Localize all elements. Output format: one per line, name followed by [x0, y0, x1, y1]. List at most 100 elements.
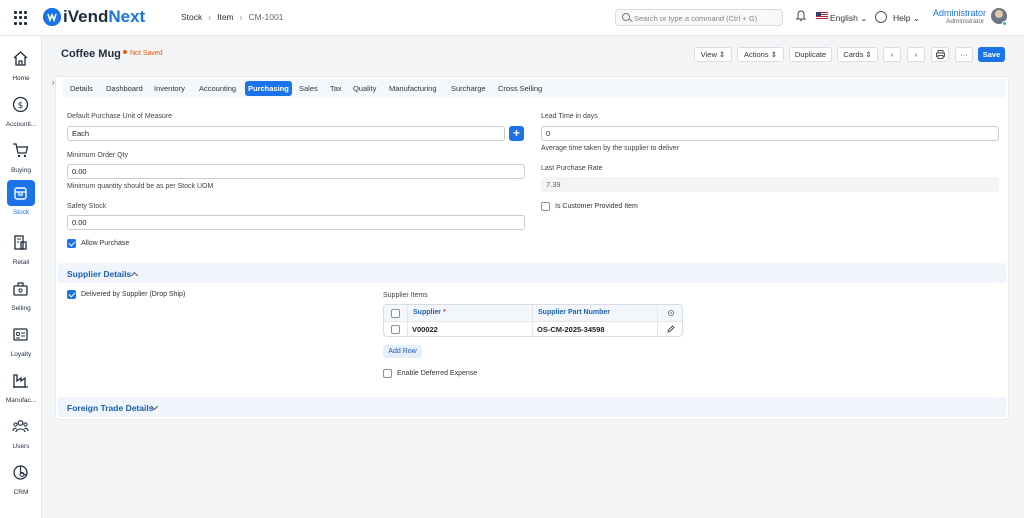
deferred-expense-label: Enable Deferred Expense [397, 370, 478, 377]
plus-icon: + [512, 126, 520, 140]
table-cell-supplier[interactable]: V00022 [412, 322, 438, 336]
tab-inventory[interactable]: Inventory [151, 81, 188, 96]
us-flag-icon [816, 12, 828, 20]
foreign-trade-header[interactable] [58, 397, 1006, 417]
tab-details[interactable]: Details [67, 81, 96, 96]
sidebar-item-crm[interactable]: CRM [0, 460, 42, 502]
page-title: Coffee Mug [61, 48, 121, 60]
column-supplier-part-number[interactable]: Supplier Part Number [538, 305, 658, 321]
help-menu[interactable]: Help ⌄ [893, 13, 920, 24]
sidebar-item-selling[interactable]: Selling [0, 276, 42, 318]
select-all-checkbox[interactable] [391, 309, 400, 318]
tab-dashboard[interactable]: Dashboard [103, 81, 146, 96]
duplicate-button[interactable]: Duplicate [789, 47, 832, 62]
chevron-left-icon: ‹ [890, 50, 894, 59]
updown-icon: ⇕ [865, 50, 872, 59]
table-cell-part-number[interactable]: OS-CM-2025-34598 [537, 322, 605, 336]
sidebar-item-loyalty[interactable]: Loyalty [0, 322, 42, 364]
tab-quality[interactable]: Quality [350, 81, 379, 96]
add-row-button[interactable]: Add Row [383, 345, 422, 358]
chevron-right-icon: › [208, 12, 212, 22]
user-name[interactable]: Administrator [933, 8, 986, 18]
chevron-right-icon[interactable]: › [52, 78, 60, 87]
help-icon[interactable] [875, 11, 887, 23]
apps-grid-icon[interactable] [14, 11, 28, 25]
tab-cross-selling[interactable]: Cross Selling [495, 81, 545, 96]
sidebar-item-buying[interactable]: Buying [0, 138, 42, 180]
tab-sales[interactable]: Sales [296, 81, 321, 96]
drop-ship-label: Delivered by Supplier (Drop Ship) [81, 291, 186, 298]
drop-ship-checkbox[interactable] [67, 290, 76, 299]
more-button[interactable]: ··· [955, 47, 973, 62]
column-supplier[interactable]: Supplier * [413, 305, 533, 321]
customer-provided-label: Is Customer Provided Item [555, 203, 638, 210]
cart-icon [13, 143, 29, 158]
safety-stock-field[interactable]: 0.00 [67, 215, 525, 230]
supplier-details-title[interactable]: Supplier Details [67, 269, 131, 279]
home-icon [13, 51, 28, 66]
edit-pencil-icon[interactable] [667, 325, 675, 333]
breadcrumb: Stock › Item › CM-1001 [181, 12, 283, 22]
lead-time-label: Lead Time in days [541, 113, 598, 120]
status-badge: Not Saved [123, 50, 163, 57]
selling-icon [13, 282, 28, 296]
sidebar-item-stock[interactable]: Stock [0, 180, 42, 222]
previous-button[interactable]: ‹ [883, 47, 901, 62]
sidebar-item-users[interactable]: Users [0, 414, 42, 456]
save-button[interactable]: Save [978, 47, 1005, 62]
view-button[interactable]: View ⇕ [694, 47, 732, 62]
crm-icon [13, 465, 28, 480]
box-icon [14, 187, 27, 200]
add-uom-button[interactable]: + [509, 126, 524, 141]
sidebar-item-retail[interactable]: Retail [0, 230, 42, 272]
divider [407, 305, 408, 336]
online-status-dot [1002, 21, 1007, 26]
dollar-icon: $ [12, 96, 29, 113]
top-bar: iVendNext Stock › Item › CM-1001 Search or t… [0, 0, 1024, 36]
breadcrumb-stock[interactable]: Stock [181, 12, 202, 22]
last-purchase-rate-label: Last Purchase Rate [541, 165, 603, 172]
tab-manufacturing[interactable]: Manufacturing [386, 81, 440, 96]
deferred-expense-checkbox[interactable] [383, 369, 392, 378]
min-order-qty-help: Minimum quantity should be as per Stock … [67, 183, 214, 190]
tab-purchasing[interactable]: Purchasing [245, 81, 292, 96]
cards-button[interactable]: Cards ⇕ [837, 47, 878, 62]
language-selector[interactable]: English ⌄ [830, 13, 867, 24]
next-button[interactable]: › [907, 47, 925, 62]
tab-surcharge[interactable]: Surcharge [448, 81, 489, 96]
logo-mark-icon [43, 8, 61, 26]
allow-purchase-label: Allow Purchase [81, 240, 130, 247]
id-card-icon [13, 328, 28, 341]
factory-icon [13, 374, 28, 388]
chevron-down-icon: ⌄ [912, 13, 920, 23]
tab-tax[interactable]: Tax [327, 81, 345, 96]
sidebar-item-accounting[interactable]: $ Accounti... [0, 92, 42, 134]
foreign-trade-title[interactable]: Foreign Trade Details [67, 403, 153, 413]
bell-icon[interactable] [796, 10, 806, 22]
default-uom-field[interactable]: Each [67, 126, 505, 141]
svg-text:$: $ [18, 101, 24, 111]
user-role: Administrator [946, 18, 985, 25]
app-logo[interactable]: iVendNext [63, 7, 145, 27]
supplier-details-header[interactable] [58, 263, 1006, 283]
lead-time-field[interactable]: 0 [541, 126, 999, 141]
safety-stock-label: Safety Stock [67, 203, 107, 210]
tab-accounting[interactable]: Accounting [196, 81, 239, 96]
sidebar-item-manufacturing[interactable]: Manufac... [0, 368, 42, 410]
min-order-qty-label: Minimum Order Qty [67, 152, 129, 159]
min-order-qty-field[interactable]: 0.00 [67, 164, 525, 179]
last-purchase-rate-field: 7.39 [541, 177, 999, 192]
sidebar: Home $ Accounti... Buying Stock Retail S… [0, 36, 42, 518]
allow-purchase-checkbox[interactable] [67, 239, 76, 248]
customer-provided-checkbox[interactable] [541, 202, 550, 211]
updown-icon: ⇕ [770, 50, 777, 59]
users-icon [12, 420, 29, 433]
search-input[interactable]: Search or type a command (Ctrl + G) [615, 9, 783, 26]
search-icon [622, 13, 630, 21]
breadcrumb-item[interactable]: Item [217, 12, 234, 22]
sidebar-item-home[interactable]: Home [0, 46, 42, 88]
row-checkbox[interactable] [391, 325, 400, 334]
print-button[interactable] [931, 47, 949, 62]
settings-gear-icon[interactable] [667, 309, 675, 317]
actions-button[interactable]: Actions ⇕ [737, 47, 784, 62]
